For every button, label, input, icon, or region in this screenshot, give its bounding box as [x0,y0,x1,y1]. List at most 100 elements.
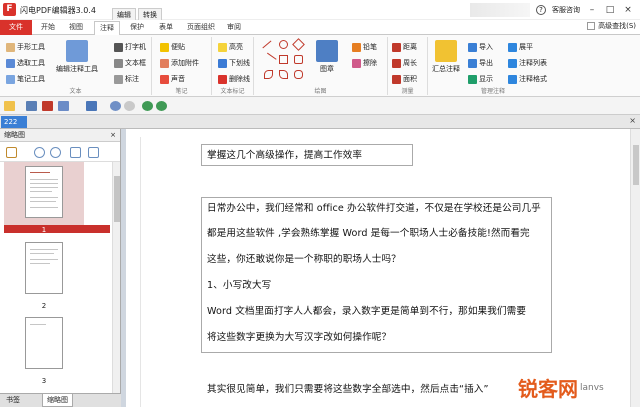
tab-view[interactable]: 视图 [64,21,88,35]
tab-review[interactable]: 审阅 [222,21,246,35]
freeform-icon[interactable] [279,70,288,79]
ribbon: 手形工具 选取工具 笔记工具 编辑注释工具 打字机 文本框 标注 文本 便贴 添… [0,35,640,97]
thumbnail-tools [0,142,120,162]
bookmarks-tab[interactable]: 书签 [2,394,24,407]
highlight-button[interactable]: 高亮 [218,42,243,52]
polyline-icon[interactable] [294,55,303,64]
page-thumbnail-1[interactable] [25,166,63,218]
show-button[interactable]: 显示 [468,74,493,84]
minimize-icon[interactable]: – [586,4,598,16]
annotation-list-button[interactable]: 注释列表 [508,58,547,68]
maximize-icon[interactable]: □ [604,4,616,16]
callout-button[interactable]: 标注 [114,74,139,84]
textbox-button[interactable]: 文本框 [114,58,146,68]
line-icon[interactable] [262,40,277,55]
back-icon[interactable] [142,101,153,111]
underline-label: 下划线 [229,59,250,67]
typewriter-button[interactable]: 打字机 [114,42,146,52]
summarize-annotations-button[interactable]: 汇总注释 [432,40,460,74]
thumbnail-scroll-thumb[interactable] [114,176,120,222]
zoom-out-icon[interactable] [50,147,61,158]
distance-button[interactable]: 距离 [392,42,417,52]
ellipse-icon[interactable] [279,40,288,49]
context-tab-convert[interactable]: 转换 [138,8,162,20]
tab-file[interactable]: 文件 [0,20,32,35]
flatten-button[interactable]: 展平 [508,42,533,52]
arrow-icon[interactable] [262,52,277,67]
area-button[interactable]: 面积 [392,74,417,84]
doc-line-3: 这些，你还敢说你是一个称职的职场人士吗？ [207,254,401,265]
advanced-search[interactable]: 高级查找(S) [587,21,636,31]
edit-annotation-tool-button[interactable]: 编辑注释工具 [56,40,98,74]
cloud-icon[interactable] [264,70,273,79]
list-icon [508,58,517,68]
close-icon[interactable]: × [622,4,634,16]
email-icon[interactable] [58,101,69,111]
shape-icon[interactable] [294,70,303,79]
typewriter-label: 打字机 [125,43,146,51]
page-thumbnail-3[interactable] [25,317,63,369]
title-right: ? 客服咨询 – □ × [470,3,634,17]
help-icon[interactable]: ? [536,5,546,15]
hand-tool-button[interactable]: 手形工具 [6,42,45,52]
page-thumbnail-2[interactable] [25,242,63,294]
customer-service-link[interactable]: 客服咨询 [552,5,580,15]
document-tab[interactable]: 222 [1,116,27,128]
advanced-search-label: 高级查找(S) [598,22,636,30]
rotate-right-icon[interactable] [88,147,99,158]
context-tab-edit[interactable]: 编辑 [112,8,136,20]
area-icon [392,74,401,84]
note-tool-label: 笔记工具 [17,75,45,83]
eraser-button[interactable]: 擦除 [352,58,377,68]
close-panel-icon[interactable]: × [110,129,116,142]
thumbnail-panel-title: 缩略图 [4,131,25,139]
import-button[interactable]: 导入 [468,42,493,52]
thumbnail-scrollbar[interactable] [112,162,120,393]
summarize-icon [435,40,457,62]
perimeter-button[interactable]: 周长 [392,58,417,68]
sticky-note-button[interactable]: 便贴 [160,42,185,52]
tab-annotate[interactable]: 注释 [94,21,120,36]
group-text-mark-label: 文本标记 [220,88,245,95]
rectangle-icon[interactable] [279,55,288,64]
perimeter-icon [392,58,401,68]
add-attachment-button[interactable]: 添加附件 [160,58,199,68]
stamp-icon [316,40,338,62]
pencil-button[interactable]: 铅笔 [352,42,377,52]
sticky-note-icon [160,42,169,52]
settings-icon[interactable] [6,147,17,158]
stamp-button[interactable]: 图章 [316,40,338,74]
save-icon[interactable] [26,101,37,111]
tab-start[interactable]: 开始 [36,21,60,35]
document-scrollbar[interactable] [630,129,640,407]
flatten-label: 展平 [519,43,533,51]
close-document-icon[interactable]: × [629,116,636,125]
forward-icon[interactable] [156,101,167,111]
open-folder-icon[interactable] [4,101,15,111]
document-scroll-thumb[interactable] [633,145,639,185]
document-view: 掌握这几个高级操作，提高工作效率 日常办公中，我们经常和 office 办公软件… [126,129,630,407]
zoom-in-icon[interactable] [34,147,45,158]
tab-form[interactable]: 表单 [154,21,178,35]
tab-protect[interactable]: 保护 [125,21,149,35]
strikethrough-icon [218,74,227,84]
rotate-left-icon[interactable] [70,147,81,158]
thumbnails-tab[interactable]: 缩略图 [42,394,73,407]
sound-icon [160,74,169,84]
tab-page-organize[interactable]: 页面组织 [182,21,220,35]
polygon-icon[interactable] [292,38,305,51]
export-button[interactable]: 导出 [468,58,493,68]
redo-icon[interactable] [124,101,135,111]
quick-toolbar [0,97,640,115]
sound-button[interactable]: 声音 [160,74,185,84]
underline-button[interactable]: 下划线 [218,58,250,68]
scanner-icon[interactable] [86,101,97,111]
strikethrough-button[interactable]: 删除线 [218,74,250,84]
print-icon[interactable] [42,101,53,111]
select-icon [6,58,15,68]
undo-icon[interactable] [110,101,121,111]
annotation-format-button[interactable]: 注释格式 [508,74,547,84]
select-tool-button[interactable]: 选取工具 [6,58,45,68]
show-label: 显示 [479,75,493,83]
note-tool-button[interactable]: 笔记工具 [6,74,45,84]
